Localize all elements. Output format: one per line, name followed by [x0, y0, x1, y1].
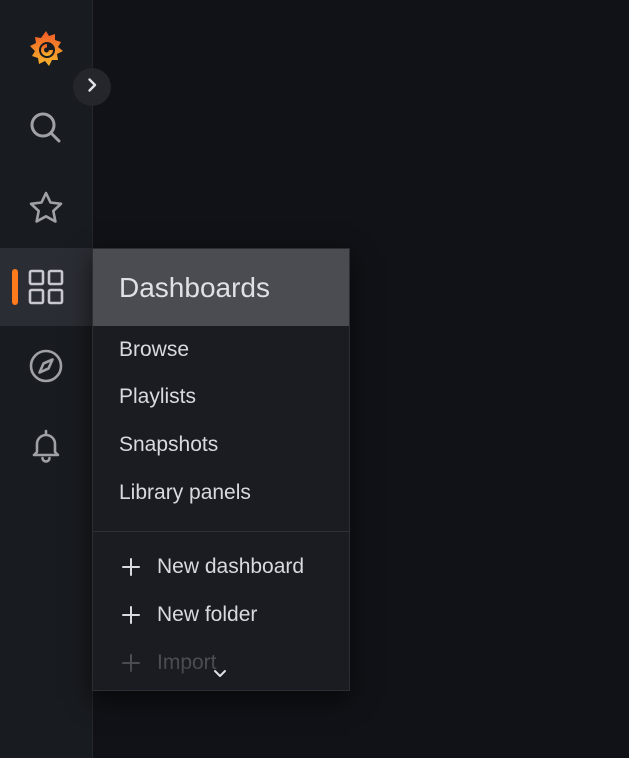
sidebar-item-dashboards[interactable] — [0, 248, 92, 326]
chevron-right-icon — [84, 77, 100, 98]
new-folder-label: New folder — [157, 603, 258, 626]
scroll-down-button[interactable] — [212, 667, 228, 685]
sidebar-item-explore[interactable] — [0, 327, 92, 405]
menu-title: Dashboards — [119, 271, 270, 303]
bell-icon — [28, 427, 64, 463]
search-icon — [28, 110, 64, 146]
plus-icon — [119, 557, 143, 577]
compass-icon — [28, 348, 64, 384]
menu-item-playlists[interactable]: Playlists — [119, 385, 196, 409]
grafana-logo-icon — [26, 29, 66, 69]
new-dashboard-label: New dashboard — [157, 555, 305, 578]
new-folder-button[interactable]: New folder — [119, 603, 257, 627]
import-label: Import — [157, 651, 217, 674]
menu-item-browse[interactable]: Browse — [119, 338, 189, 362]
import-button[interactable]: Import — [119, 651, 217, 675]
plus-icon — [119, 653, 143, 673]
dashboards-menu: Dashboards Browse Playlists Snapshots Li… — [92, 248, 350, 691]
menu-header[interactable]: Dashboards — [93, 249, 349, 326]
menu-divider — [93, 531, 349, 532]
star-icon — [28, 190, 64, 226]
sidebar-expand-button[interactable] — [73, 68, 111, 106]
new-dashboard-button[interactable]: New dashboard — [119, 555, 304, 579]
plus-icon — [119, 605, 143, 625]
sidebar-item-starred[interactable] — [0, 169, 92, 247]
active-indicator — [12, 269, 18, 305]
sidebar — [0, 0, 93, 758]
sidebar-item-alerting[interactable] — [0, 406, 92, 484]
menu-item-snapshots[interactable]: Snapshots — [119, 433, 218, 457]
chevron-down-icon — [212, 667, 228, 684]
menu-item-library-panels[interactable]: Library panels — [119, 481, 251, 505]
dashboards-grid-icon — [28, 269, 64, 305]
